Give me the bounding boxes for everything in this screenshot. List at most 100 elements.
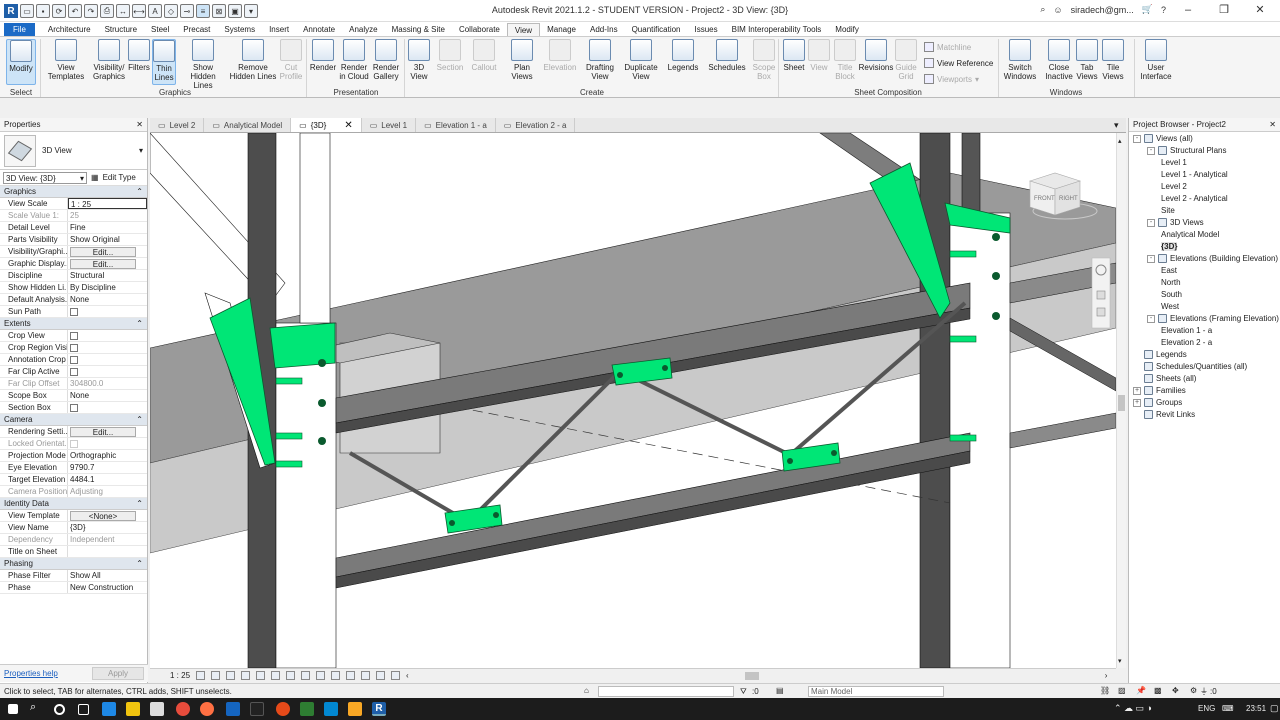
visibility-graphics-button[interactable]: Visibility/ Graphics <box>88 39 130 81</box>
browser-node[interactable]: West <box>1161 302 1179 311</box>
scroll-down-icon[interactable]: ▾ <box>1118 657 1122 665</box>
select-panel-label[interactable]: Select <box>4 88 38 97</box>
collapse-icon[interactable]: ⌃ <box>136 414 143 425</box>
design-option-dropdown[interactable]: Main Model <box>808 686 944 697</box>
scope-box-button[interactable]: Scope Box <box>752 39 776 81</box>
property-value[interactable] <box>68 306 147 317</box>
menu-tab-architecture[interactable]: Architecture <box>41 23 98 36</box>
property-checkbox[interactable] <box>70 356 78 364</box>
property-value[interactable] <box>68 342 147 353</box>
open-icon[interactable]: ▭ <box>20 4 34 18</box>
sun-path-icon[interactable] <box>226 671 236 680</box>
edit-type-button[interactable]: Edit Type <box>103 173 136 182</box>
browser-node[interactable]: - Elevations (Building Elevation) <box>1147 254 1278 263</box>
guide-grid-button[interactable]: Guide Grid <box>894 39 918 81</box>
select-by-face-icon[interactable]: ▩ <box>1154 686 1162 695</box>
zoom-icon[interactable] <box>1096 290 1106 300</box>
property-checkbox[interactable] <box>70 368 78 376</box>
firefox-icon[interactable] <box>200 702 214 716</box>
view-tab[interactable]: ▭ Level 1 <box>362 118 417 132</box>
steel-model-drawing[interactable]: FRONT RIGHT <box>150 133 1116 668</box>
browser-node[interactable]: - Views (all) <box>1133 134 1193 143</box>
cut-profile-button[interactable]: Cut Profile <box>278 39 304 81</box>
3d-viewport[interactable]: FRONT RIGHT <box>150 133 1116 668</box>
property-checkbox[interactable] <box>70 308 78 316</box>
browser-node[interactable]: Level 1 - Analytical <box>1161 170 1228 179</box>
browser-node[interactable]: Site <box>1161 206 1175 215</box>
title-block-button[interactable]: Title Block <box>832 39 858 81</box>
matchline-button[interactable]: Matchline <box>924 42 971 52</box>
property-group-header[interactable]: Camera ⌃ <box>0 414 147 426</box>
app-icon[interactable] <box>348 702 362 716</box>
property-value[interactable]: Orthographic <box>68 450 147 461</box>
close-inactive-button[interactable]: Close Inactive <box>1042 39 1076 81</box>
property-edit-button[interactable]: Edit... <box>70 259 136 269</box>
visual-style-icon[interactable] <box>211 671 221 680</box>
shadows-icon[interactable] <box>241 671 251 680</box>
default-3d-view-icon[interactable]: ◇ <box>164 4 178 18</box>
menu-tab-manage[interactable]: Manage <box>540 23 583 36</box>
tray-keyboard-icon[interactable]: ⌨ <box>1222 704 1234 713</box>
menu-tab-insert[interactable]: Insert <box>262 23 296 36</box>
horizontal-scroll-thumb[interactable] <box>744 671 759 680</box>
property-edit-button[interactable]: Edit... <box>70 247 136 257</box>
background-processes-icon[interactable]: ⚙ <box>1190 686 1197 695</box>
user-name[interactable]: siradech@gm... <box>1071 5 1134 15</box>
property-value[interactable]: By Discipline <box>68 282 147 293</box>
menu-tab-add-ins[interactable]: Add-Ins <box>583 23 625 36</box>
section-icon[interactable]: ⊸ <box>180 4 194 18</box>
property-value[interactable] <box>68 402 147 413</box>
collapse-icon[interactable]: - <box>1133 134 1141 143</box>
collapse-icon[interactable]: - <box>1147 146 1155 155</box>
temporary-hide-icon[interactable] <box>316 671 326 680</box>
switch-windows-icon[interactable]: ▣ <box>228 4 242 18</box>
navigation-bar[interactable] <box>1091 257 1111 329</box>
cart-icon[interactable]: 🛒 <box>1142 4 1153 15</box>
workset-dropdown[interactable] <box>598 686 734 697</box>
close-tab-icon[interactable]: ✕ <box>344 120 352 131</box>
menu-tab-massing-site[interactable]: Massing & Site <box>385 23 452 36</box>
store-icon[interactable] <box>150 702 164 716</box>
property-value[interactable] <box>68 354 147 365</box>
show-hidden-lines-button[interactable]: Show Hidden Lines <box>180 39 226 90</box>
expand-icon[interactable]: + <box>1133 386 1141 395</box>
view-tab[interactable]: ▭ {3D} ✕ <box>291 118 362 132</box>
revit-taskbar-icon[interactable]: R <box>372 702 386 716</box>
view-reference-button[interactable]: View Reference <box>924 58 993 68</box>
property-value[interactable]: Fine <box>68 222 147 233</box>
tile-views-button[interactable]: Tile Views <box>1100 39 1126 81</box>
chrome-icon[interactable] <box>176 702 190 716</box>
menu-tab-systems[interactable]: Systems <box>217 23 262 36</box>
property-value[interactable]: Show Original <box>68 234 147 245</box>
language-indicator[interactable]: ENG <box>1198 704 1215 713</box>
render-dialog-icon[interactable] <box>256 671 266 680</box>
close-windows-icon[interactable]: ⊠ <box>212 4 226 18</box>
collapse-icon[interactable]: ⌃ <box>136 318 143 329</box>
show-crop-icon[interactable] <box>286 671 296 680</box>
drafting-view-button[interactable]: Drafting View <box>582 39 618 81</box>
lock-view-icon[interactable] <box>301 671 311 680</box>
elevation-button[interactable]: Elevation <box>542 39 578 72</box>
user-icon[interactable]: ☺ <box>1053 5 1062 15</box>
tab-views-button[interactable]: Tab Views <box>1074 39 1100 81</box>
property-group-header[interactable]: Extents ⌃ <box>0 318 147 330</box>
dimension-icon[interactable]: ⟷ <box>132 4 146 18</box>
property-value[interactable]: <None> <box>68 510 147 521</box>
search-icon[interactable]: ⌕ <box>30 701 44 715</box>
property-value[interactable]: 9790.7 <box>68 462 147 473</box>
view-tab[interactable]: ▭ Elevation 1 - a <box>416 118 496 132</box>
filter-icon[interactable]: ⏚ <box>1200 686 1208 697</box>
menu-tab-annotate[interactable]: Annotate <box>296 23 342 36</box>
browser-node[interactable]: - 3D Views <box>1147 218 1204 227</box>
redo-icon[interactable]: ↷ <box>84 4 98 18</box>
browser-node[interactable]: Legends <box>1133 350 1187 359</box>
view-templates-button[interactable]: View Templates <box>46 39 86 81</box>
windows-start-icon[interactable] <box>8 704 18 714</box>
view-button[interactable]: View <box>808 39 830 72</box>
property-value[interactable]: None <box>68 390 147 401</box>
notifications-icon[interactable]: ▢ <box>1270 703 1279 714</box>
property-value[interactable]: 4484.1 <box>68 474 147 485</box>
app-icon[interactable] <box>276 702 290 716</box>
mail-icon[interactable] <box>226 702 240 716</box>
menu-tab-steel[interactable]: Steel <box>144 23 176 36</box>
